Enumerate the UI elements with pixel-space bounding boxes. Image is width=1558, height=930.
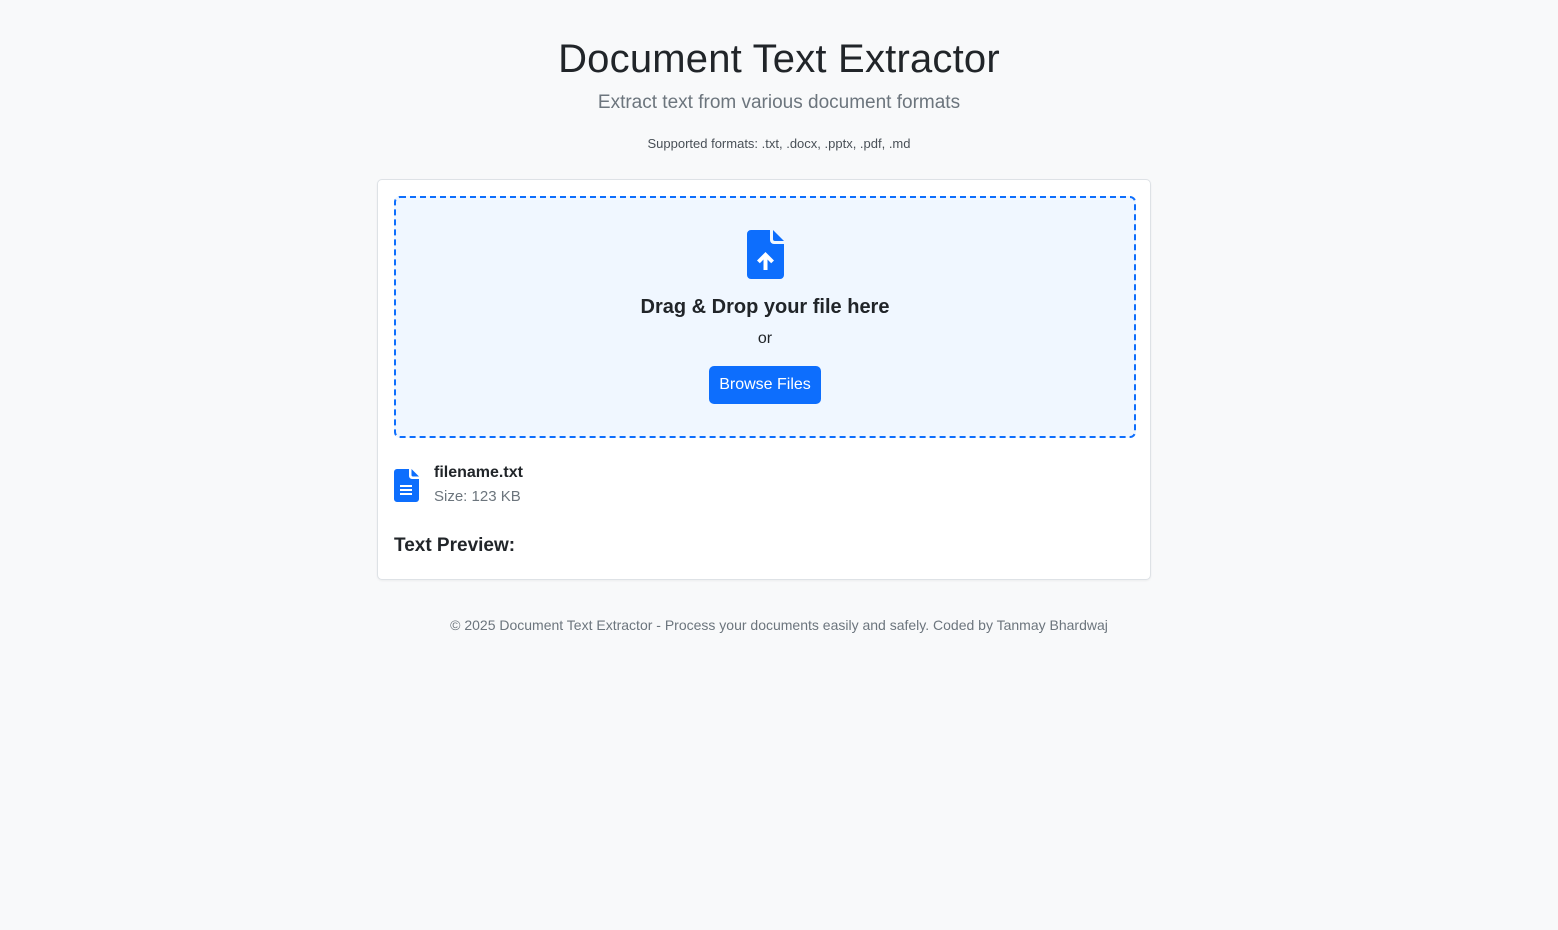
page-title: Document Text Extractor <box>558 37 1000 81</box>
supported-formats-text: Supported formats: .txt, .docx, .pptx, .… <box>647 136 911 151</box>
page: Document Text Extractor Extract text fro… <box>0 0 1558 930</box>
page-subtitle: Extract text from various document forma… <box>597 92 961 113</box>
file-name: filename.txt <box>434 464 523 481</box>
file-size: Size: 123 KB <box>434 488 521 505</box>
selected-file-info: filename.txt Size: 123 KB <box>394 462 1134 510</box>
browse-files-button[interactable]: Browse Files <box>709 366 821 404</box>
extractor-card: Drag & Drop your file here or Browse Fil… <box>377 179 1151 580</box>
page-footer: © 2025 Document Text Extractor - Process… <box>450 617 1108 633</box>
dropzone-title: Drag & Drop your file here <box>640 296 890 318</box>
page-header: Document Text Extractor Extract text fro… <box>0 0 1558 153</box>
file-text-icon <box>394 469 419 502</box>
text-preview-heading: Text Preview: <box>394 535 516 556</box>
dropzone-or-text: or <box>757 330 773 347</box>
file-upload-icon <box>747 230 784 279</box>
file-dropzone[interactable]: Drag & Drop your file here or Browse Fil… <box>394 196 1136 438</box>
